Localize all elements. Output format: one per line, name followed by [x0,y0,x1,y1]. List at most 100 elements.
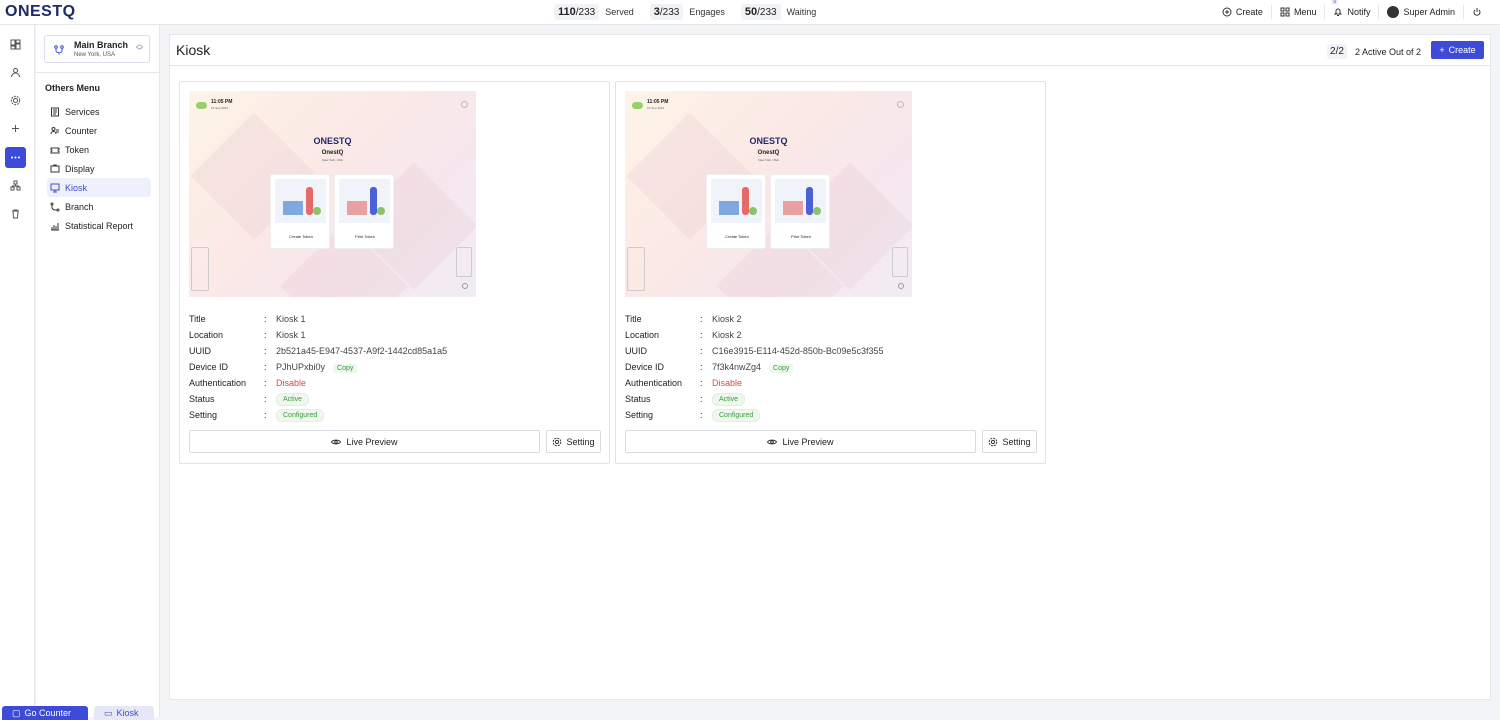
menu-item-label: Token [65,144,90,155]
branch-location: New York, USA [74,52,116,58]
logout-button[interactable] [1464,5,1490,19]
title-row: Title: Kiosk 2 [625,314,742,324]
menu-item-counter[interactable]: Counter [47,121,151,140]
create-nav-label: Create [1235,7,1263,17]
kiosk-device-id: 7f3k4nwZg4 [712,362,762,372]
page-header: Kiosk 2/2 2 Active Out of 2 + Create [170,35,1490,66]
branch-icon [53,44,65,56]
rail-network-icon[interactable] [5,175,26,196]
queue-stats: 110/233 Served 3/233 Engages 50/233 Wait… [546,3,824,21]
eye-icon [767,437,778,447]
live-preview-button[interactable]: Live Preview [189,430,540,453]
main-content: Kiosk 2/2 2 Active Out of 2 + Create 11:… [169,34,1491,700]
served-count: 110 [558,6,576,18]
preview-tile-create: Create Token [270,174,330,249]
menu-item-label: Branch [65,201,94,212]
setting-button-label: Setting [1002,436,1031,447]
power-icon [1472,7,1482,17]
decor-icon [627,247,645,291]
rail-user-icon[interactable] [5,62,26,83]
served-label: Served [605,7,634,17]
menu-item-services[interactable]: Services [47,102,151,121]
kiosk-title: Kiosk 2 [712,314,742,324]
chevron-up-down-icon: ︿ ﹀ [136,41,143,55]
preview-settings-icon [461,101,468,108]
served-total: 233 [578,7,596,18]
rail-plus-icon[interactable] [5,118,26,139]
setting-badge: Configured [276,409,325,422]
kiosk-location: Kiosk 2 [712,330,742,340]
total-count: 2 [1338,46,1344,57]
page-title: Kiosk [176,42,211,58]
preview-tile-create: Create Token [706,174,766,249]
kiosk-icon [50,183,60,193]
create-kiosk-button[interactable]: + Create [1431,41,1484,59]
notify-label: Notify [1347,7,1371,17]
live-preview-label: Live Preview [782,436,834,447]
kiosk-details: Title: Kiosk 2 Location: Kiosk 2 UUID: C16e… [625,312,1035,424]
status-badge: Active [712,393,746,406]
weather-icon [196,102,207,109]
preview-tile-label: Create Token [725,234,749,239]
eye-icon [331,437,342,447]
branch-selector[interactable]: Main Branch New York, USA ︿ ﹀ [44,35,150,63]
counter-icon [50,126,60,136]
menu-nav-button[interactable]: Menu [1272,5,1326,19]
plus-icon: + [1439,45,1445,55]
preview-logo: ONESTQ [313,136,352,146]
user-menu[interactable]: Super Admin [1379,5,1464,19]
preview-name: OnestQ [321,150,344,156]
menu-item-display[interactable]: Display [47,159,151,178]
copy-button[interactable]: Copy [769,364,794,373]
gear-icon [988,437,998,447]
preview-tile-label: Print Token [355,234,375,239]
illustration-icon [275,179,326,223]
kiosk-bottom-button[interactable]: ▭ Kiosk [94,706,154,720]
preview-time: 11:05 PM [647,99,669,105]
weather-icon [632,102,643,109]
setting-badge: Configured [712,409,761,422]
menu-item-kiosk[interactable]: Kiosk [47,178,151,197]
status-row: Status: Active [625,392,1035,408]
copy-button[interactable]: Copy [333,364,358,373]
waiting-label: Waiting [786,7,817,17]
setting-button[interactable]: Setting [982,430,1037,453]
menu-item-label: Kiosk [65,182,88,193]
rail-dashboard-icon[interactable] [5,34,26,55]
active-count: 2 [1330,46,1336,57]
illustration-icon [711,179,762,223]
menu-item-statistical-report[interactable]: Statistical Report [47,216,151,235]
kiosk-uuid: C16e3915-E114-452d-850b-Bc09e5c3f355 [712,346,884,356]
report-icon [50,221,60,231]
live-preview-label: Live Preview [346,436,398,447]
menu-item-branch[interactable]: Branch [47,197,151,216]
top-bar: ONESTQ 110/233 Served 3/233 Engages 50/2… [0,0,1500,25]
bottom-actions: ▢ Go Counter ▭ Kiosk [2,706,154,720]
kiosk-details: Title: Kiosk 1 Location: Kiosk 1 UUID:2b52… [189,312,599,424]
rail-settings-icon[interactable] [5,90,26,111]
rail-trash-icon[interactable] [5,203,26,224]
preview-tile-print: Print Token [770,174,830,249]
go-counter-button[interactable]: ▢ Go Counter [2,706,88,720]
preview-settings-icon [898,283,904,289]
rail-more-icon[interactable] [5,147,26,168]
avatar [1387,6,1400,18]
create-nav-button[interactable]: Create [1214,5,1272,19]
live-preview-button[interactable]: Live Preview [625,430,976,453]
waiting-count: 50 [744,6,758,18]
notify-nav-button[interactable]: 0 Notify [1325,0,1380,19]
location-row: Location: Kiosk 2 [625,330,742,340]
menu-item-token[interactable]: Token [47,140,151,159]
engages-count: 3 [653,6,660,18]
app-logo[interactable]: ONESTQ [5,3,76,21]
create-kiosk-label: Create [1448,45,1476,55]
uuid-row: UUID: C16e3915-E114-452d-850b-Bc09e5c3f35… [625,346,884,356]
decor-icon [456,247,472,277]
kiosk-preview-image: 11:05 PM 16 Sep 2024 ONESTQ OnestQ New Y… [189,91,476,297]
menu-item-label: Counter [65,125,98,136]
stat-served: 110/233 Served [546,3,642,21]
setting-button[interactable]: Setting [546,430,601,453]
top-right-nav: Create Menu 0 Notify Super Admin [1214,0,1490,21]
decor-icon [191,247,209,291]
kiosk-count: 2/2 2 Active Out of 2 [1327,44,1421,59]
